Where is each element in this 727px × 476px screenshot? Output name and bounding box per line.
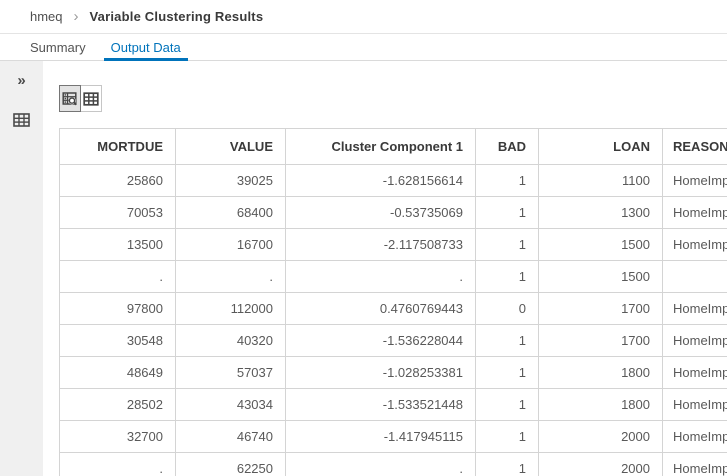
- table-cell[interactable]: .: [175, 260, 286, 293]
- table-cell[interactable]: 0.4760769443: [285, 292, 476, 325]
- table-cell[interactable]: 2000: [538, 420, 663, 453]
- table-cell[interactable]: 2000: [538, 452, 663, 476]
- table-cell[interactable]: HomeImp: [662, 324, 727, 357]
- table-view-toolbar: [59, 85, 727, 112]
- table-cell[interactable]: 70053: [59, 196, 176, 229]
- table-cell[interactable]: 1500: [538, 260, 663, 293]
- table-cell[interactable]: 16700: [175, 228, 286, 261]
- grid-icon: [83, 91, 99, 107]
- table-cell[interactable]: 30548: [59, 324, 176, 357]
- table-row: 70053 68400 -0.53735069 1 1300 HomeImp: [59, 196, 727, 229]
- table-row: 28502 43034 -1.533521448 1 1800 HomeImp: [59, 388, 727, 421]
- table-cell[interactable]: -1.628156614: [285, 164, 476, 197]
- table-header-row: MORTDUE VALUE Cluster Component 1 BAD LOAN RE…: [59, 128, 727, 165]
- column-header-reason[interactable]: REASON: [662, 128, 727, 165]
- table-cell[interactable]: .: [285, 452, 476, 476]
- column-header-cluster-component-1[interactable]: Cluster Component 1: [285, 128, 476, 165]
- table-cell[interactable]: HomeImp: [662, 452, 727, 476]
- table-cell[interactable]: [662, 260, 727, 293]
- table-cell[interactable]: HomeImp: [662, 420, 727, 453]
- main-body: » MORTDUE VALUE Cluster Component 1 BAD …: [0, 61, 727, 476]
- table-cell[interactable]: 1800: [538, 388, 663, 421]
- table-cell[interactable]: -1.533521448: [285, 388, 476, 421]
- table-cell[interactable]: 57037: [175, 356, 286, 389]
- content-area: MORTDUE VALUE Cluster Component 1 BAD LOAN RE…: [43, 61, 727, 476]
- full-data-view-button[interactable]: [80, 85, 102, 112]
- tab-output-data[interactable]: Output Data: [103, 34, 188, 61]
- table-cell[interactable]: 43034: [175, 388, 286, 421]
- output-data-table-wrap: MORTDUE VALUE Cluster Component 1 BAD LOAN RE…: [59, 128, 727, 476]
- sample-data-view-button[interactable]: [59, 85, 81, 112]
- page-title: Variable Clustering Results: [89, 9, 264, 24]
- table-row: 25860 39025 -1.628156614 1 1100 HomeImp: [59, 164, 727, 197]
- table-cell[interactable]: 1: [475, 260, 539, 293]
- table-cell[interactable]: 39025: [175, 164, 286, 197]
- table-cell[interactable]: 28502: [59, 388, 176, 421]
- table-cell[interactable]: 1: [475, 228, 539, 261]
- table-row: 32700 46740 -1.417945115 1 2000 HomeImp: [59, 420, 727, 453]
- table-cell[interactable]: 1: [475, 356, 539, 389]
- left-rail: »: [0, 61, 43, 476]
- table-cell[interactable]: 40320: [175, 324, 286, 357]
- table-cell[interactable]: HomeImp: [662, 356, 727, 389]
- table-row: 30548 40320 -1.536228044 1 1700 HomeImp: [59, 324, 727, 357]
- table-cell[interactable]: 68400: [175, 196, 286, 229]
- table-cell[interactable]: 1: [475, 196, 539, 229]
- table-body: 25860 39025 -1.628156614 1 1100 HomeImp 70053 6…: [59, 164, 727, 476]
- table-cell[interactable]: 1: [475, 420, 539, 453]
- column-header-bad[interactable]: BAD: [475, 128, 539, 165]
- table-cell[interactable]: -1.028253381: [285, 356, 476, 389]
- table-cell[interactable]: 48649: [59, 356, 176, 389]
- tab-summary[interactable]: Summary: [23, 34, 93, 60]
- table-cell[interactable]: 112000: [175, 292, 286, 325]
- column-header-mortdue[interactable]: MORTDUE: [59, 128, 176, 165]
- column-header-value[interactable]: VALUE: [175, 128, 286, 165]
- table-magnifier-icon: [62, 91, 78, 107]
- table-cell[interactable]: -1.417945115: [285, 420, 476, 453]
- table-cell[interactable]: HomeImp: [662, 228, 727, 261]
- table-cell[interactable]: HomeImp: [662, 388, 727, 421]
- table-cell[interactable]: 1800: [538, 356, 663, 389]
- table-cell[interactable]: 46740: [175, 420, 286, 453]
- table-cell[interactable]: 1: [475, 388, 539, 421]
- table-cell[interactable]: 1: [475, 164, 539, 197]
- table-row: 48649 57037 -1.028253381 1 1800 HomeImp: [59, 356, 727, 389]
- output-data-table: MORTDUE VALUE Cluster Component 1 BAD LOAN RE…: [59, 128, 727, 476]
- table-cell[interactable]: -1.536228044: [285, 324, 476, 357]
- table-cell[interactable]: 97800: [59, 292, 176, 325]
- table-cell[interactable]: -2.117508733: [285, 228, 476, 261]
- breadcrumb-dataset-link[interactable]: hmeq: [30, 9, 63, 24]
- table-cell[interactable]: 62250: [175, 452, 286, 476]
- table-cell[interactable]: 1300: [538, 196, 663, 229]
- table-cell[interactable]: HomeImp: [662, 164, 727, 197]
- table-cell[interactable]: .: [285, 260, 476, 293]
- table-row: ... 1 1500: [59, 260, 727, 293]
- table-cell[interactable]: -0.53735069: [285, 196, 476, 229]
- data-table-icon[interactable]: [13, 112, 30, 128]
- tab-bar: Summary Output Data: [0, 34, 727, 61]
- table-cell[interactable]: 1700: [538, 292, 663, 325]
- table-row: 97800 112000 0.4760769443 0 1700 HomeImp: [59, 292, 727, 325]
- table-cell[interactable]: 1700: [538, 324, 663, 357]
- table-cell[interactable]: 1: [475, 452, 539, 476]
- table-cell[interactable]: 1: [475, 324, 539, 357]
- table-row: 13500 16700 -2.117508733 1 1500 HomeImp: [59, 228, 727, 261]
- table-cell[interactable]: 32700: [59, 420, 176, 453]
- breadcrumb: hmeq › Variable Clustering Results: [0, 0, 727, 34]
- table-cell[interactable]: .: [59, 452, 176, 476]
- table-cell[interactable]: 1500: [538, 228, 663, 261]
- table-cell[interactable]: 0: [475, 292, 539, 325]
- expand-panel-icon[interactable]: »: [17, 73, 25, 88]
- table-cell[interactable]: 25860: [59, 164, 176, 197]
- chevron-right-icon: ›: [73, 8, 79, 25]
- table-row: . 62250. 1 2000 HomeImp: [59, 452, 727, 476]
- table-cell[interactable]: 1100: [538, 164, 663, 197]
- column-header-loan[interactable]: LOAN: [538, 128, 663, 165]
- table-cell[interactable]: .: [59, 260, 176, 293]
- table-cell[interactable]: HomeImp: [662, 292, 727, 325]
- table-cell[interactable]: 13500: [59, 228, 176, 261]
- table-cell[interactable]: HomeImp: [662, 196, 727, 229]
